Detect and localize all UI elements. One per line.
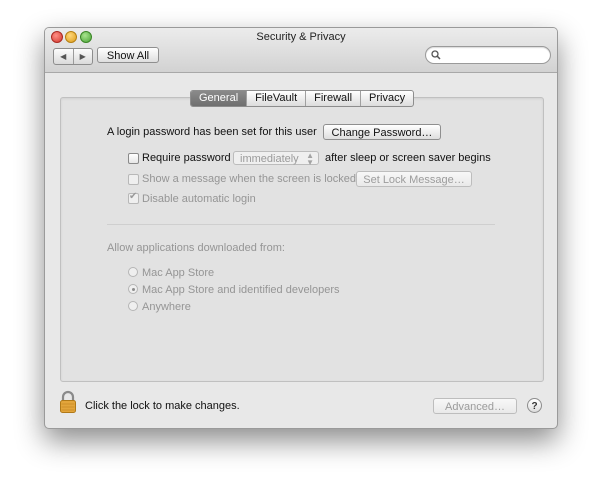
change-password-button[interactable]: Change Password…	[323, 124, 441, 140]
checkmark-icon: ✔	[129, 191, 138, 202]
security-privacy-window: Security & Privacy ◀ ▶ Show All General …	[44, 27, 558, 429]
require-password-delay-value: immediately	[240, 153, 299, 165]
forward-button[interactable]: ▶	[72, 49, 93, 64]
radio-mac-app-store-label: Mac App Store	[142, 267, 215, 279]
title-bar: Security & Privacy ◀ ▶ Show All	[45, 28, 557, 73]
section-divider	[107, 224, 495, 225]
back-button[interactable]: ◀	[54, 49, 73, 64]
lock-icon[interactable]	[59, 390, 77, 417]
tab-bar: General FileVault Firewall Privacy	[190, 90, 415, 107]
tab-filevault[interactable]: FileVault	[246, 91, 305, 106]
set-lock-message-button[interactable]: Set Lock Message…	[356, 171, 472, 187]
select-arrows-icon: ▲ ▼	[306, 151, 314, 167]
search-icon	[431, 50, 441, 60]
radio-mac-app-store[interactable]	[128, 267, 138, 277]
tab-firewall[interactable]: Firewall	[305, 91, 360, 106]
show-message-checkbox[interactable]	[128, 174, 139, 185]
tab-privacy[interactable]: Privacy	[360, 91, 413, 106]
after-sleep-text: after sleep or screen saver begins	[325, 152, 491, 164]
radio-anywhere-label: Anywhere	[142, 301, 191, 313]
tab-general[interactable]: General	[191, 91, 247, 106]
allow-apps-title: Allow applications downloaded from:	[107, 242, 285, 254]
show-message-label: Show a message when the screen is locked	[142, 173, 357, 185]
back-forward-control: ◀ ▶	[53, 48, 93, 65]
content-panel	[60, 97, 544, 382]
require-password-delay-select[interactable]: immediately ▲ ▼	[233, 151, 319, 167]
lock-instruction-text: Click the lock to make changes.	[85, 400, 240, 412]
help-button[interactable]: ?	[527, 398, 542, 413]
radio-anywhere[interactable]	[128, 301, 138, 311]
radio-identified-developers-label: Mac App Store and identified developers	[142, 284, 340, 296]
window-title: Security & Privacy	[256, 31, 346, 43]
disable-automatic-login-checkbox[interactable]: ✔	[128, 191, 139, 204]
search-input[interactable]	[425, 46, 551, 64]
require-password-checkbox[interactable]	[128, 153, 139, 164]
radio-identified-developers[interactable]	[128, 284, 138, 294]
require-password-label: Require password	[142, 152, 231, 164]
advanced-button[interactable]: Advanced…	[433, 398, 517, 414]
show-all-button[interactable]: Show All	[97, 47, 159, 63]
disable-automatic-login-label: Disable automatic login	[142, 193, 256, 205]
login-password-text: A login password has been set for this u…	[107, 126, 317, 138]
